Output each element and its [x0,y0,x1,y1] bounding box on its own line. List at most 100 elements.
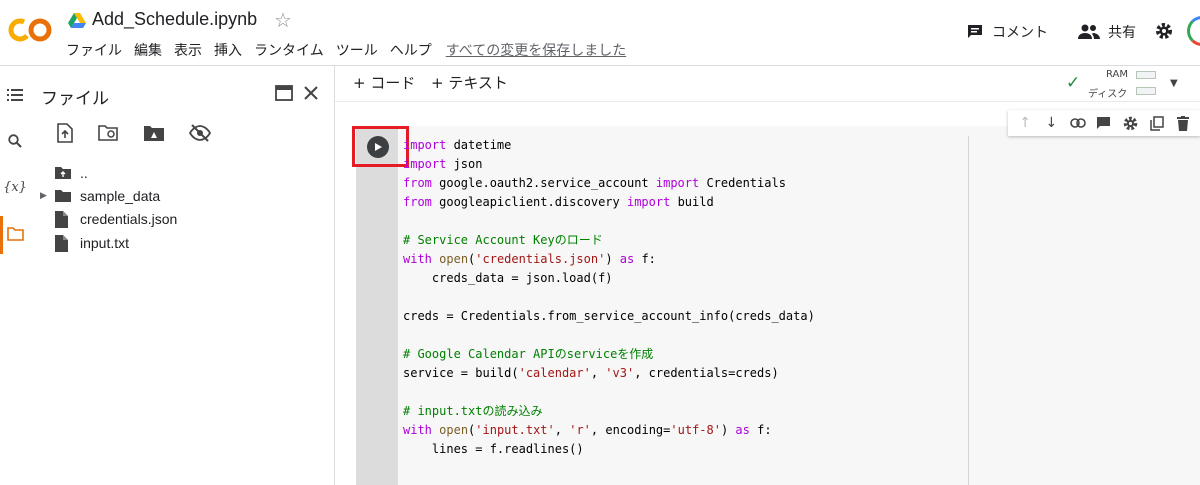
code-token: googleapiclient.discovery [431,195,627,209]
code-token: import [626,195,671,209]
file-icon [54,209,76,229]
code-line[interactable]: creds_data = json.load(f) [403,269,815,288]
files-button[interactable] [0,222,30,246]
code-line[interactable]: from googleapiclient.discovery import bu… [403,193,815,212]
file-icon [54,233,76,253]
upload-file-button[interactable] [53,121,77,145]
code-line[interactable]: with open('input.txt', 'r', encoding='ut… [403,421,815,440]
comment-label: コメント [992,25,1048,41]
code-line[interactable]: import datetime [403,136,815,155]
code-line[interactable]: lines = f.readlines() [403,440,815,459]
people-icon [1078,24,1100,39]
caret-right-icon[interactable]: ▶ [40,191,54,201]
cell-gutter [356,126,398,485]
code-line[interactable]: from google.oauth2.service_account impor… [403,174,815,193]
add-text-button[interactable]: + テキスト [431,72,508,93]
google-drive-icon [68,13,86,28]
avatar[interactable] [1187,16,1200,46]
code-token: , [590,366,606,380]
code-token: creds_data = json.load(f) [403,271,613,285]
code-token: with [403,423,432,437]
code-line[interactable] [403,288,815,307]
save-status[interactable]: すべての変更を保存しました [446,40,626,60]
gear-icon [1156,23,1172,39]
tree-item-label: credentials.json [80,211,178,227]
menu-insert[interactable]: 挿入 [214,40,242,60]
code-line[interactable] [403,212,815,231]
code-line[interactable]: # Service Account Keyのロード [403,231,815,250]
menu-tools[interactable]: ツール [336,40,378,60]
code-token: 'credentials.json' [475,252,606,266]
mirror-cell-icon[interactable] [1147,113,1167,133]
code-token: import [403,157,447,171]
code-line[interactable]: creds = Credentials.from_service_account… [403,307,815,326]
code-line[interactable] [403,326,815,345]
code-token: open [439,423,469,437]
code-line[interactable] [403,383,815,402]
chevron-down-icon[interactable]: ▼ [1170,78,1178,89]
code-token: 'v3' [605,366,635,380]
share-button[interactable]: 共有 [1078,22,1136,42]
colab-logo[interactable] [8,14,52,46]
code-token: service = build( [403,366,519,380]
menu-icon [7,89,23,101]
menu-file[interactable]: ファイル [66,40,122,60]
notebook-title[interactable]: Add_Schedule.ipynb [92,9,257,30]
code-editor[interactable]: import datetime import json from google.oa… [403,136,815,459]
disk-bar [1136,87,1156,95]
code-token: 'utf-8' [670,423,721,437]
refresh-button[interactable] [97,121,121,145]
share-label: 共有 [1108,25,1136,41]
settings-button[interactable] [1155,22,1173,40]
toc-button[interactable] [0,83,30,107]
upload-file-icon [57,123,73,143]
tree-item-label: .. [80,165,88,181]
menu-edit[interactable]: 編集 [134,40,162,60]
star-icon[interactable]: ☆ [274,8,292,32]
code-token: datetime [446,138,512,152]
menu-runtime[interactable]: ランタイム [254,40,324,60]
code-token: 'calendar' [518,366,591,380]
menu-bar: ファイル 編集 表示 挿入 ランタイム ツール ヘルプ すべての変更を保存しまし… [66,40,638,60]
move-up-icon[interactable]: ↑ [1015,113,1035,133]
line-length-ruler [968,136,969,485]
connected-check-icon: ✓ [1066,73,1081,93]
code-line[interactable]: # input.txtの読み込み [403,402,815,421]
code-token: json [446,157,483,171]
code-token: ) [720,423,736,437]
ram-label: RAM [1106,69,1129,80]
tree-row-parent[interactable]: .. [40,162,88,184]
comment-button[interactable]: コメント [966,22,1048,42]
code-token: , encoding= [590,423,671,437]
close-panel-button[interactable] [300,82,322,104]
open-in-tab-button[interactable] [273,82,295,104]
tree-row-sample-data[interactable]: ▶ sample_data [40,185,160,207]
menu-help[interactable]: ヘルプ [390,40,432,60]
search-button[interactable] [0,129,30,153]
code-line[interactable]: import json [403,155,815,174]
gear-icon[interactable] [1120,113,1140,133]
link-icon[interactable] [1068,113,1088,133]
comment-icon[interactable] [1094,113,1114,133]
code-token: , credentials=creds) [634,366,779,380]
code-token: with [403,252,432,266]
close-icon [304,86,318,100]
add-code-button[interactable]: + コード [353,72,415,93]
code-line[interactable]: # Google Calendar APIのserviceを作成 [403,345,815,364]
code-token: open [439,252,469,266]
menu-view[interactable]: 表示 [174,40,202,60]
ram-bar [1136,71,1156,79]
tree-row-credentials[interactable]: credentials.json [40,208,177,230]
hide-hidden-files-button[interactable] [188,121,212,145]
variables-icon[interactable]: {x} [0,175,30,199]
delete-icon[interactable] [1173,113,1193,133]
disk-label: ディスク [1088,89,1128,100]
code-line[interactable]: with open('credentials.json') as f: [403,250,815,269]
code-line[interactable]: service = build('calendar', 'v3', creden… [403,364,815,383]
eye-off-icon [189,124,211,142]
panel-divider [334,66,335,485]
code-token: from [403,195,432,209]
mount-drive-button[interactable] [142,121,166,145]
move-down-icon[interactable]: ↓ [1041,113,1061,133]
tree-row-input-txt[interactable]: input.txt [40,232,129,254]
